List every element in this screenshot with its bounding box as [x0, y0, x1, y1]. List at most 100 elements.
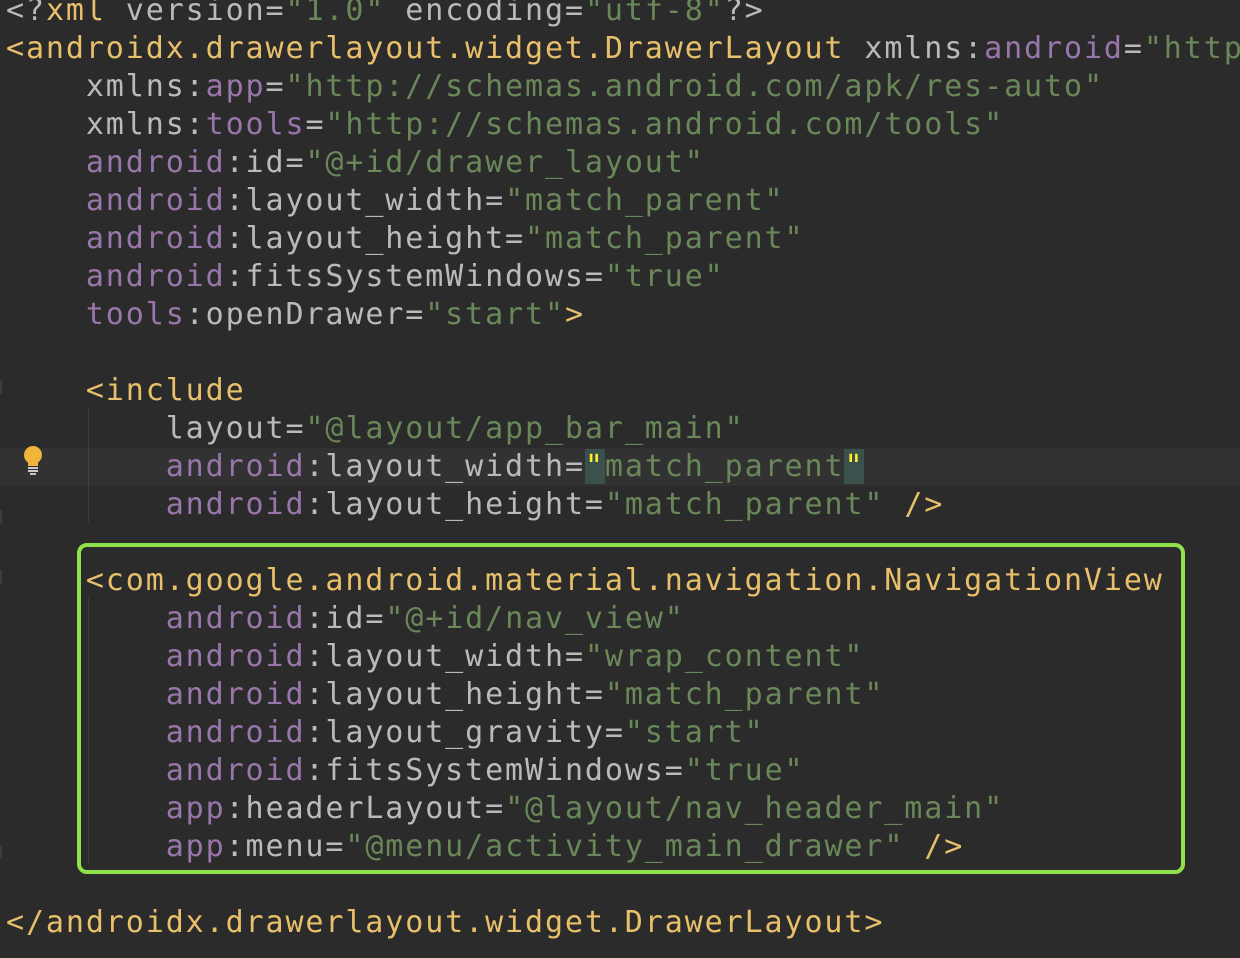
- code-line[interactable]: app:menu="@menu/activity_main_drawer" />: [0, 828, 964, 866]
- code-line[interactable]: [0, 334, 6, 372]
- code-token: android: [6, 449, 306, 484]
- code-token: app: [6, 829, 226, 864]
- code-token: openDrawer: [205, 297, 406, 332]
- code-token: android: [6, 677, 306, 712]
- code-token: android: [6, 753, 306, 788]
- code-token: :: [305, 677, 326, 712]
- code-token: =: [365, 601, 386, 636]
- code-token: id: [325, 601, 366, 636]
- code-token: xml: [45, 0, 126, 28]
- fold-marker[interactable]: [0, 380, 6, 394]
- code-token: android: [6, 221, 226, 256]
- code-line[interactable]: <?xml version="1.0" encoding="utf-8"?>: [0, 0, 765, 30]
- code-token: "@+id/nav_view": [385, 601, 685, 636]
- code-token: "match_parent": [604, 677, 885, 712]
- code-token: layout_height: [325, 487, 585, 522]
- code-token: "http: [1143, 31, 1240, 66]
- code-token: ": [844, 449, 865, 484]
- code-token: :: [305, 753, 326, 788]
- code-token: tools: [6, 297, 186, 332]
- code-token: :: [225, 259, 246, 294]
- code-line[interactable]: tools:openDrawer="start">: [0, 296, 585, 334]
- code-token: =: [405, 297, 426, 332]
- code-token: "@menu/activity_main_drawer": [345, 829, 925, 864]
- code-token: =: [664, 753, 685, 788]
- code-line[interactable]: android:layout_width="match_parent": [0, 448, 1240, 486]
- code-token: "wrap_content": [584, 639, 865, 674]
- fold-marker[interactable]: [0, 570, 6, 584]
- code-token: layout_height: [325, 677, 585, 712]
- code-token: fitsSystemWindows: [325, 753, 665, 788]
- code-token: =: [564, 449, 585, 484]
- code-token: =: [584, 259, 605, 294]
- code-token: =: [265, 0, 286, 28]
- code-token: android: [6, 487, 306, 522]
- code-line[interactable]: [0, 866, 6, 904]
- code-line[interactable]: android:fitsSystemWindows="true": [0, 258, 725, 296]
- code-line[interactable]: xmlns:app="http://schemas.android.com/ap…: [0, 68, 1104, 106]
- code-token: xmlns:: [6, 69, 206, 104]
- indent-guide: [88, 598, 89, 864]
- code-line[interactable]: <androidx.drawerlayout.widget.DrawerLayo…: [0, 30, 1240, 68]
- code-line[interactable]: android:layout_gravity="start": [0, 714, 765, 752]
- code-line[interactable]: android:layout_height="match_parent" />: [0, 486, 944, 524]
- code-token: =: [564, 639, 585, 674]
- code-line[interactable]: layout="@layout/app_bar_main": [0, 410, 745, 448]
- code-token: >: [564, 297, 585, 332]
- code-editor[interactable]: <?xml version="1.0" encoding="utf-8"?> <a…: [0, 0, 1240, 958]
- code-token: android: [6, 601, 306, 636]
- code-line[interactable]: android:id="@+id/drawer_layout": [0, 144, 705, 182]
- code-token: android: [984, 31, 1124, 66]
- code-line[interactable]: android:layout_height="match_parent": [0, 220, 804, 258]
- code-token: =: [604, 715, 625, 750]
- code-token: xmlns:: [6, 107, 206, 142]
- code-token: version: [125, 0, 266, 28]
- code-token: "http://schemas.android.com/tools": [325, 107, 1005, 142]
- code-line[interactable]: <include: [0, 372, 246, 410]
- code-token: android: [6, 145, 226, 180]
- code-token: layout_width: [245, 183, 486, 218]
- code-line[interactable]: android:layout_height="match_parent": [0, 676, 884, 714]
- code-token: :: [305, 639, 326, 674]
- code-token: android: [6, 183, 226, 218]
- code-line[interactable]: android:layout_width="match_parent": [0, 182, 785, 220]
- code-token: :: [185, 297, 206, 332]
- code-token: :: [305, 601, 326, 636]
- code-token: :: [225, 145, 246, 180]
- code-line[interactable]: <com.google.android.material.navigation.…: [0, 562, 1164, 600]
- fold-marker[interactable]: [0, 845, 6, 859]
- code-token: "1.0": [285, 0, 406, 28]
- code-token: xmlns:: [864, 31, 985, 66]
- code-token: =: [485, 183, 506, 218]
- code-token: "@layout/app_bar_main": [305, 411, 745, 446]
- code-token: ": [584, 449, 605, 484]
- code-token: android: [6, 639, 306, 674]
- code-line[interactable]: </androidx.drawerlayout.widget.DrawerLay…: [0, 904, 884, 942]
- code-token: =: [285, 145, 306, 180]
- code-token: "match_parent": [505, 183, 785, 218]
- code-token: app: [6, 791, 226, 826]
- code-token: :: [305, 449, 326, 484]
- code-token: =: [265, 69, 286, 104]
- code-token: "match_parent": [525, 221, 805, 256]
- code-token: "utf-8": [584, 0, 725, 28]
- code-token: :: [305, 487, 326, 522]
- code-line[interactable]: [0, 524, 6, 562]
- code-line[interactable]: android:fitsSystemWindows="true": [0, 752, 805, 790]
- code-token: :: [225, 791, 246, 826]
- fold-marker[interactable]: [0, 510, 6, 524]
- code-token: id: [245, 145, 286, 180]
- code-token: android: [6, 715, 306, 750]
- code-token: "start": [425, 297, 565, 332]
- code-token: "@layout/nav_header_main": [505, 791, 1005, 826]
- lightbulb-icon[interactable]: [21, 445, 45, 475]
- code-token: :: [225, 221, 246, 256]
- code-token: "http://schemas.android.com/apk/res-auto…: [285, 69, 1104, 104]
- code-line[interactable]: android:layout_width="wrap_content": [0, 638, 864, 676]
- code-line[interactable]: android:id="@+id/nav_view": [0, 600, 685, 638]
- code-token: layout_gravity: [325, 715, 605, 750]
- code-line[interactable]: app:headerLayout="@layout/nav_header_mai…: [0, 790, 1004, 828]
- code-token: android: [6, 259, 226, 294]
- code-line[interactable]: xmlns:tools="http://schemas.android.com/…: [0, 106, 1004, 144]
- code-token: menu: [245, 829, 326, 864]
